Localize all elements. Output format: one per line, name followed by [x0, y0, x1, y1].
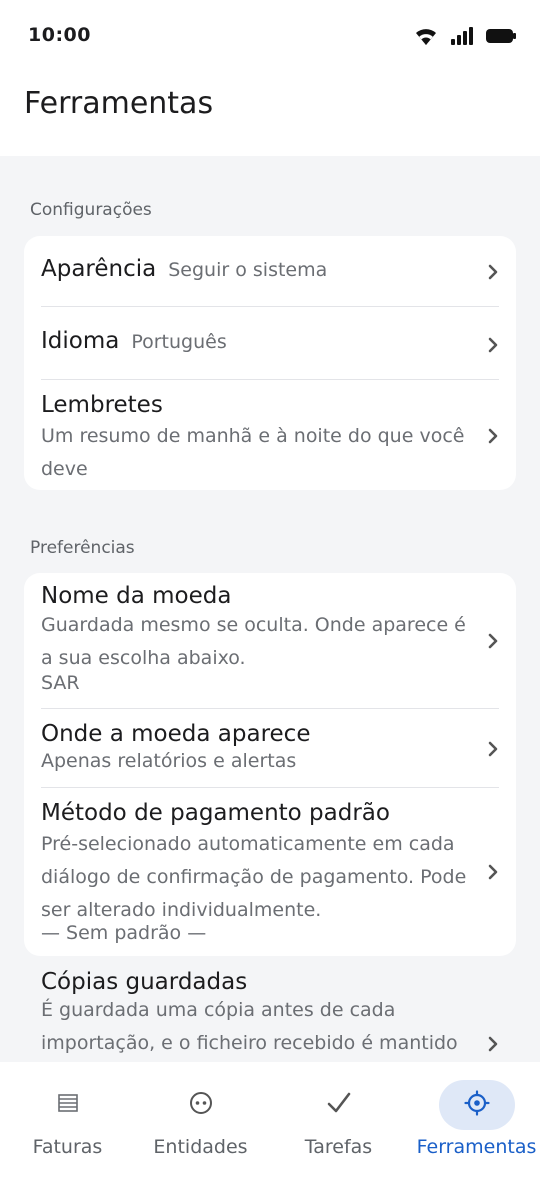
- settings-row-copias-guardadas[interactable]: Cópias guardadas É guardada uma cópia an…: [24, 962, 516, 1062]
- page-title: Ferramentas: [24, 86, 214, 121]
- nav-label: Entidades: [153, 1136, 248, 1158]
- app-header: Ferramentas: [0, 72, 540, 156]
- chevron-right-icon: [486, 426, 500, 446]
- status-bar: 10:00: [0, 0, 540, 72]
- entity-face-icon: [189, 1091, 213, 1119]
- row-subtitle: É guardada uma cópia antes de cada impor…: [41, 999, 458, 1054]
- row-title: Lembretes: [41, 392, 163, 418]
- row-title: Onde a moeda aparece: [41, 721, 311, 747]
- row-title: Idioma: [41, 328, 120, 354]
- nav-item-entidades[interactable]: Entidades: [133, 1062, 268, 1181]
- settings-card-copias: Cópias guardadas É guardada uma cópia an…: [24, 962, 516, 1062]
- settings-row-nome-da-moeda[interactable]: Nome da moeda Guardada mesmo se oculta. …: [24, 573, 516, 709]
- nav-label: Tarefas: [304, 1136, 373, 1158]
- row-value: — Sem padrão —: [41, 922, 207, 944]
- chevron-right-icon: [486, 862, 500, 882]
- chevron-right-icon: [486, 262, 500, 282]
- chevron-right-icon: [486, 335, 500, 355]
- check-icon: [326, 1090, 352, 1120]
- nav-label: Faturas: [32, 1136, 103, 1158]
- section-label-preferencias: Preferências: [30, 538, 135, 558]
- row-value: SAR: [41, 672, 80, 694]
- nav-label: Ferramentas: [416, 1136, 537, 1158]
- status-time: 10:00: [28, 24, 91, 46]
- settings-row-metodo-de-pagamento-padrao[interactable]: Método de pagamento padrão Pré-seleciona…: [24, 788, 516, 956]
- settings-content[interactable]: Configurações Aparência Seguir o sistema …: [0, 156, 540, 1062]
- row-subtitle: Um resumo de manhã e à noite do que você…: [41, 425, 465, 480]
- row-subtitle: Pré-selecionado automaticamente em cada …: [41, 833, 467, 921]
- invoice-list-icon: [57, 1092, 79, 1118]
- chevron-right-icon: [486, 739, 500, 759]
- settings-row-idioma[interactable]: Idioma Português: [24, 307, 516, 380]
- settings-row-onde-a-moeda-aparece[interactable]: Onde a moeda aparece Apenas relatórios e…: [24, 709, 516, 788]
- row-subtitle: Apenas relatórios e alertas: [41, 750, 297, 772]
- row-title: Aparência: [41, 256, 157, 282]
- status-icons: [414, 26, 516, 46]
- settings-row-aparencia[interactable]: Aparência Seguir o sistema: [24, 236, 516, 307]
- battery-icon: [486, 28, 516, 44]
- chevron-right-icon: [486, 631, 500, 651]
- row-subtitle: Guardada mesmo se oculta. Onde aparece é…: [41, 614, 466, 669]
- row-title: Nome da moeda: [41, 583, 232, 609]
- section-label-configuracoes: Configurações: [30, 200, 152, 220]
- settings-card-preferencias: Nome da moeda Guardada mesmo se oculta. …: [24, 573, 516, 956]
- row-title: Método de pagamento padrão: [41, 800, 390, 826]
- row-value: Português: [131, 331, 227, 353]
- bottom-nav: Faturas Entidades Tarefas Ferramentas: [0, 1062, 540, 1181]
- nav-item-ferramentas[interactable]: Ferramentas: [409, 1062, 540, 1181]
- row-title: Cópias guardadas: [41, 969, 248, 995]
- wifi-icon: [414, 26, 438, 46]
- settings-card-configuracoes: Aparência Seguir o sistema Idioma Portuguê…: [24, 236, 516, 490]
- gear-icon: [464, 1090, 490, 1120]
- signal-icon: [450, 27, 474, 45]
- settings-row-lembretes[interactable]: Lembretes Um resumo de manhã e à noite d…: [24, 380, 516, 490]
- chevron-right-icon: [486, 1034, 500, 1054]
- nav-item-tarefas[interactable]: Tarefas: [271, 1062, 406, 1181]
- row-value: Seguir o sistema: [168, 259, 328, 281]
- nav-item-faturas[interactable]: Faturas: [0, 1062, 135, 1181]
